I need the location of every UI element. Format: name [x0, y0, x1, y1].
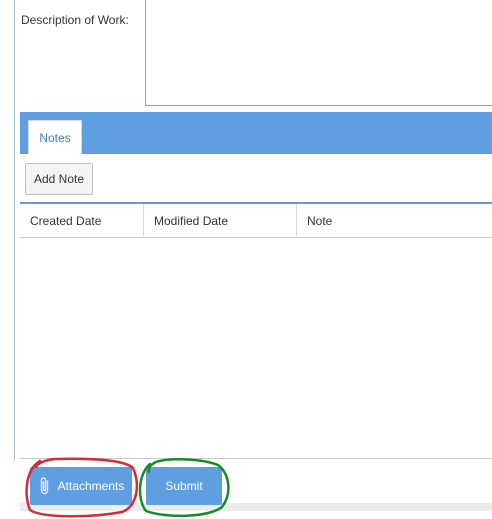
description-textarea[interactable] — [145, 0, 492, 106]
add-note-button[interactable]: Add Note — [25, 163, 93, 195]
column-header-modified-date[interactable]: Modified Date — [144, 204, 297, 238]
column-header-created-date[interactable]: Created Date — [20, 204, 144, 238]
submit-button[interactable]: Submit — [146, 467, 222, 505]
description-label: Description of Work: — [21, 13, 129, 27]
column-header-note[interactable]: Note — [297, 204, 492, 238]
panel-left-border — [14, 0, 15, 461]
notes-tab-bar: Notes — [20, 112, 492, 154]
attachments-label: Attachments — [57, 479, 125, 493]
notes-table-body — [20, 238, 492, 459]
attachments-button[interactable]: Attachments — [30, 467, 132, 505]
paperclip-icon — [40, 477, 48, 495]
notes-table-header: Created Date Modified Date Note — [20, 202, 492, 238]
tab-notes[interactable]: Notes — [28, 120, 82, 154]
